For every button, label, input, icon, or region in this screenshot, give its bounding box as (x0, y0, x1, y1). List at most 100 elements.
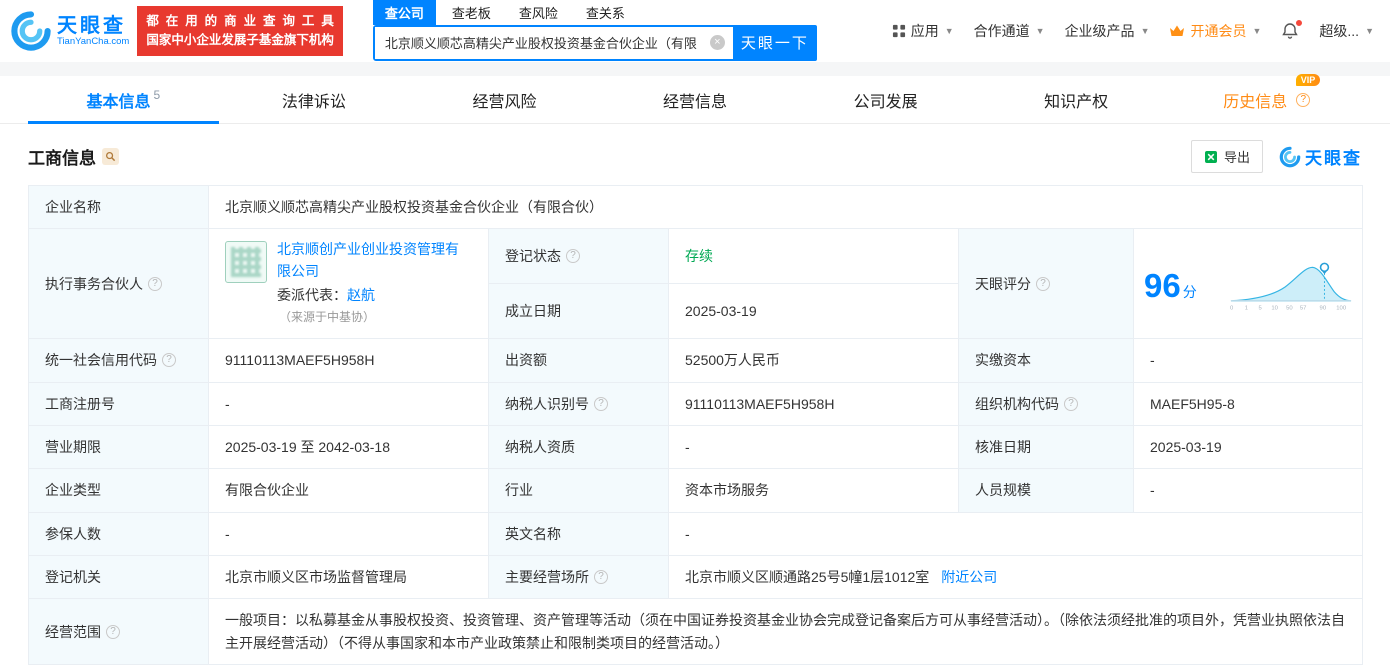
rep-name-link[interactable]: 赵航 (347, 287, 375, 303)
section-header: 工商信息 导出 天眼查 (28, 140, 1362, 173)
nav-cooperation[interactable]: 合作通道 ▼ (974, 21, 1045, 41)
field-industry-label: 行业 (488, 468, 669, 513)
nav-open-vip[interactable]: 开通会员 ▼ (1169, 21, 1261, 41)
help-icon[interactable]: ? (1064, 396, 1078, 411)
chevron-down-icon: ▼ (1252, 26, 1262, 36)
table-row: 参保人数 - 英文名称 - (28, 511, 1364, 557)
header-divider-band (0, 62, 1390, 76)
field-business-scope-label: 经营范围? (28, 598, 209, 665)
field-partner-value: 北京顺创产业创业投资管理有限公司 委派代表：赵航 （来源于中基协） (208, 228, 489, 340)
search-tab-company[interactable]: 查公司 (372, 0, 436, 25)
field-insured-count-value: - (208, 511, 489, 557)
rep-source: （来源于中基协） (279, 310, 376, 325)
help-icon[interactable]: ? (1296, 92, 1311, 107)
field-approval-date-value: 2025-03-19 (1132, 424, 1364, 470)
svg-text:10: 10 (1271, 305, 1278, 311)
field-english-name-label: 英文名称 (488, 511, 669, 557)
nav-enterprise-products[interactable]: 企业级产品 ▼ (1065, 21, 1150, 41)
field-approval-date-label: 核准日期 (958, 424, 1134, 470)
notifications-button[interactable] (1281, 19, 1304, 40)
help-icon[interactable]: ? (106, 624, 120, 639)
partner-company-link[interactable]: 北京顺创产业创业投资管理有限公司 (277, 241, 459, 279)
tab-history-info[interactable]: VIP 历史信息 ? (1171, 73, 1362, 123)
search-area: 查公司 查老板 查风险 查关系 × 天眼一下 (372, 0, 817, 61)
tianyancha-watermark: 天眼查 (1279, 144, 1362, 169)
help-icon[interactable]: ? (162, 353, 176, 368)
nav-apps[interactable]: 应用 ▼ (892, 21, 954, 41)
top-header: 天眼查 TianYanCha.com 都在用的商业查询工具 国家中小企业发展子基… (0, 0, 1390, 62)
table-row: 执行事务合伙人? 北京顺创产业创业投资管理有限公司 委派代表：赵航 （来源于中基协… (28, 228, 1364, 340)
field-business-scope-value: 一般项目：以私募基金从事股权投资、投资管理、资产管理等活动（须在中国证券投资基金… (207, 598, 1364, 665)
company-detail-tabs: 基本信息 5 法律诉讼 经营风险 经营信息 公司发展 知识产权 VIP 历史信息… (0, 73, 1390, 124)
field-staff-size-value: - (1132, 468, 1364, 513)
field-capital-label: 出资额 (488, 338, 669, 383)
notification-dot (1295, 19, 1304, 27)
tab-company-development[interactable]: 公司发展 (790, 76, 981, 123)
field-business-term-label: 营业期限 (28, 424, 209, 470)
nav-account[interactable]: 超级... ▼ (1319, 21, 1374, 41)
field-business-site-value: 北京市顺义区顺通路25号5幢1层1012室 附近公司 (667, 555, 1364, 600)
tianyancha-logo[interactable]: 天眼查 TianYanCha.com (10, 10, 129, 52)
clear-search-icon[interactable]: × (709, 35, 725, 50)
search-tab-risk[interactable]: 查风险 (507, 0, 570, 25)
field-reg-authority-label: 登记机关 (28, 555, 209, 600)
field-credit-code-value: 91110113MAEF5H958H (208, 338, 489, 383)
field-establish-date-value: 2025-03-19 (668, 283, 959, 340)
chevron-down-icon: ▼ (1035, 26, 1045, 36)
field-english-name-value: - (667, 511, 1364, 557)
score-distribution-chart: 0 1 5 10 50 57 90 100 (1230, 262, 1352, 311)
svg-text:5: 5 (1259, 305, 1263, 311)
crown-icon (1170, 25, 1185, 36)
search-button[interactable]: 天眼一下 (732, 24, 817, 61)
field-reg-number-value: - (208, 381, 489, 426)
field-taxpayer-quality-value: - (668, 424, 959, 470)
help-icon[interactable]: ? (1036, 276, 1050, 291)
tab-operation-info[interactable]: 经营信息 (600, 76, 791, 123)
tianyancha-logo-icon (1279, 146, 1301, 167)
field-staff-size-label: 人员规模 (958, 468, 1134, 513)
main-content: 工商信息 导出 天眼查 企业名称 北京顺义顺芯高精尖产业股权投资基金合伙企业（有… (0, 124, 1390, 665)
help-icon[interactable]: ? (594, 396, 608, 411)
magnifier-badge-icon (102, 148, 119, 165)
table-row: 营业期限 2025-03-19 至 2042-03-18 纳税人资质 - 核准日… (28, 424, 1364, 470)
search-input[interactable] (374, 26, 710, 59)
field-company-name-value: 北京顺义顺芯高精尖产业股权投资基金合伙企业（有限合伙） (207, 184, 1364, 230)
apps-grid-icon (892, 24, 905, 38)
svg-text:50: 50 (1286, 305, 1293, 311)
tab-operation-risk[interactable]: 经营风险 (409, 76, 600, 123)
field-business-site-label: 主要经营场所? (488, 555, 669, 600)
help-icon[interactable]: ? (566, 249, 580, 264)
search-tab-boss[interactable]: 查老板 (440, 0, 503, 25)
nearby-companies-link[interactable]: 附近公司 (941, 569, 997, 585)
business-info-table: 企业名称 北京顺义顺芯高精尖产业股权投资基金合伙企业（有限合伙） 执行事务合伙人… (28, 184, 1364, 665)
svg-text:57: 57 (1300, 305, 1307, 311)
field-reg-status-label: 登记状态? (488, 228, 669, 285)
partner-seal-icon (225, 241, 267, 284)
search-tabs: 查公司 查老板 查风险 查关系 (372, 0, 817, 25)
field-org-code-label: 组织机构代码? (958, 381, 1134, 426)
export-button[interactable]: 导出 (1190, 140, 1263, 173)
tab-basic-info[interactable]: 基本信息 5 (28, 76, 219, 124)
top-nav: 应用 ▼ 合作通道 ▼ 企业级产品 ▼ 开通会员 ▼ 超级... ▼ (892, 19, 1374, 41)
tab-legal-litigation[interactable]: 法律诉讼 (219, 76, 410, 123)
field-score-value: 96 分 0 1 5 10 50 57 90 100 (1132, 228, 1364, 340)
search-tab-relation[interactable]: 查关系 (574, 0, 637, 25)
vip-badge: VIP (1295, 73, 1321, 86)
export-excel-icon (1204, 150, 1217, 163)
svg-text:90: 90 (1320, 305, 1327, 311)
table-row: 统一社会信用代码? 91110113MAEF5H958H 出资额 52500万人… (28, 338, 1364, 383)
help-icon[interactable]: ? (594, 570, 608, 585)
brand-name: 天眼查 (57, 14, 126, 37)
tianyancha-logo-icon (11, 11, 51, 51)
help-icon[interactable]: ? (148, 276, 162, 291)
field-org-code-value: MAEF5H95-8 (1132, 381, 1364, 426)
chevron-down-icon: ▼ (1365, 26, 1374, 36)
table-row: 企业名称 北京顺义顺芯高精尖产业股权投资基金合伙企业（有限合伙） (28, 184, 1364, 230)
tab-intellectual-property[interactable]: 知识产权 (981, 76, 1172, 123)
table-row: 工商注册号 - 纳税人识别号? 91110113MAEF5H958H 组织机构代… (28, 381, 1364, 426)
status-badge: 存续 (685, 248, 713, 265)
field-partner-label: 执行事务合伙人? (28, 228, 209, 340)
rep-label: 委派代表： (277, 286, 347, 303)
field-company-name-label: 企业名称 (28, 184, 209, 230)
tab-basic-info-count: 5 (153, 87, 161, 102)
